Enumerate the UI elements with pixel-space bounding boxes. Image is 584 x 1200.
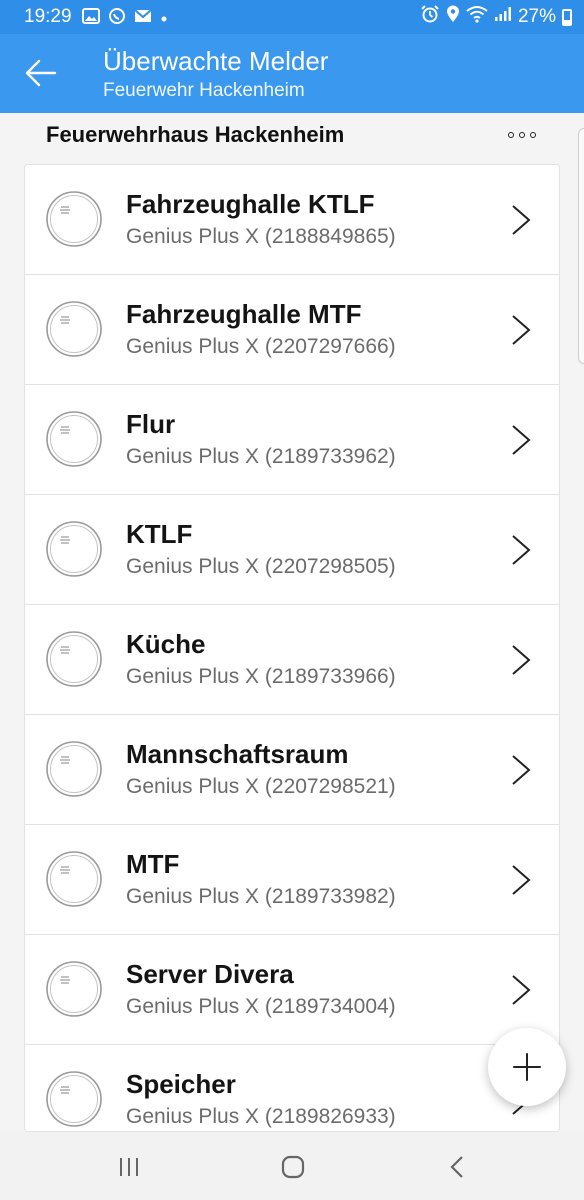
gallery-icon bbox=[81, 7, 100, 27]
device-list-item[interactable]: Küche Genius Plus X (2189733966) bbox=[25, 605, 559, 715]
wifi-icon bbox=[466, 5, 488, 29]
add-device-button[interactable] bbox=[488, 1028, 566, 1106]
recent-apps-button[interactable] bbox=[109, 1150, 149, 1184]
device-model: Genius Plus X (2188849865) bbox=[126, 225, 396, 248]
home-button[interactable] bbox=[273, 1150, 313, 1184]
device-list-item[interactable]: Server Divera Genius Plus X (2189734004) bbox=[25, 935, 559, 1045]
device-name: Flur bbox=[126, 409, 176, 439]
scroll-hint[interactable] bbox=[578, 128, 584, 364]
smoke-detector-icon bbox=[46, 191, 102, 247]
status-bar: 19:29 27% bbox=[0, 0, 584, 34]
device-model: Genius Plus X (2189733962) bbox=[126, 445, 396, 468]
device-list-item[interactable]: Speicher Genius Plus X (2189826933) bbox=[25, 1045, 559, 1131]
device-name: Mannschaftsraum bbox=[126, 739, 349, 769]
device-model: Genius Plus X (2207298505) bbox=[126, 555, 396, 578]
more-dot-icon bbox=[508, 132, 514, 138]
device-model: Genius Plus X (2207297666) bbox=[126, 335, 396, 358]
device-name: Server Divera bbox=[126, 959, 294, 989]
app-bar: Überwachte Melder Feuerwehr Hackenheim bbox=[0, 34, 584, 113]
smoke-detector-icon bbox=[46, 521, 102, 577]
plus-icon bbox=[513, 1053, 541, 1081]
status-time: 19:29 bbox=[24, 6, 72, 27]
mail-icon bbox=[133, 8, 152, 26]
device-list-item[interactable]: KTLF Genius Plus X (2207298505) bbox=[25, 495, 559, 605]
device-list-item[interactable]: Fahrzeughalle MTF Genius Plus X (2207297… bbox=[25, 275, 559, 385]
smoke-detector-icon bbox=[46, 1071, 102, 1127]
dot-icon bbox=[160, 9, 168, 26]
device-model: Genius Plus X (2189733982) bbox=[126, 885, 396, 908]
page-subtitle: Feuerwehr Hackenheim bbox=[103, 80, 305, 101]
signal-icon bbox=[494, 6, 512, 28]
chevron-right-icon bbox=[512, 645, 531, 675]
device-list-item[interactable]: Flur Genius Plus X (2189733962) bbox=[25, 385, 559, 495]
chevron-right-icon bbox=[512, 205, 531, 235]
more-dot-icon bbox=[519, 132, 525, 138]
chevron-right-icon bbox=[512, 535, 531, 565]
smoke-detector-icon bbox=[46, 631, 102, 687]
section-title: Feuerwehrhaus Hackenheim bbox=[46, 122, 345, 147]
chevron-right-icon bbox=[512, 865, 531, 895]
smoke-detector-icon bbox=[46, 301, 102, 357]
recent-apps-icon bbox=[120, 1158, 138, 1176]
chevron-right-icon bbox=[512, 755, 531, 785]
smoke-detector-icon bbox=[46, 411, 102, 467]
device-model: Genius Plus X (2189734004) bbox=[126, 995, 396, 1018]
device-name: Fahrzeughalle KTLF bbox=[126, 189, 375, 219]
system-nav-bar bbox=[0, 1132, 584, 1200]
device-model: Genius Plus X (2207298521) bbox=[126, 775, 396, 798]
status-right: 27% bbox=[420, 5, 572, 29]
system-back-button[interactable] bbox=[437, 1150, 477, 1184]
arrow-left-icon bbox=[25, 59, 57, 87]
chevron-right-icon bbox=[512, 975, 531, 1005]
device-list-item[interactable]: Mannschaftsraum Genius Plus X (220729852… bbox=[25, 715, 559, 825]
chevron-right-icon bbox=[512, 425, 531, 455]
device-name: MTF bbox=[126, 849, 180, 879]
location-icon bbox=[446, 5, 460, 29]
section-header: Feuerwehrhaus Hackenheim bbox=[0, 113, 584, 161]
more-options-button[interactable] bbox=[508, 127, 536, 143]
device-list-item[interactable]: Fahrzeughalle KTLF Genius Plus X (218884… bbox=[25, 165, 559, 275]
device-name: Fahrzeughalle MTF bbox=[126, 299, 362, 329]
device-model: Genius Plus X (2189733966) bbox=[126, 665, 396, 688]
chevron-right-icon bbox=[512, 315, 531, 345]
smoke-detector-icon bbox=[46, 741, 102, 797]
smoke-detector-icon bbox=[46, 851, 102, 907]
back-chevron-icon bbox=[450, 1156, 463, 1178]
home-icon bbox=[281, 1155, 305, 1179]
back-button[interactable] bbox=[16, 48, 66, 98]
device-list: Fahrzeughalle KTLF Genius Plus X (218884… bbox=[24, 164, 560, 1132]
device-model: Genius Plus X (2189826933) bbox=[126, 1105, 396, 1128]
alarm-icon bbox=[420, 5, 440, 29]
device-name: Speicher bbox=[126, 1069, 236, 1099]
whatsapp-icon bbox=[108, 7, 126, 28]
battery-level: 27% bbox=[517, 6, 556, 27]
battery-icon bbox=[562, 8, 572, 26]
device-name: Küche bbox=[126, 629, 206, 659]
page-title: Überwachte Melder bbox=[103, 46, 329, 76]
device-list-item[interactable]: MTF Genius Plus X (2189733982) bbox=[25, 825, 559, 935]
device-name: KTLF bbox=[126, 519, 193, 549]
more-dot-icon bbox=[530, 132, 536, 138]
smoke-detector-icon bbox=[46, 961, 102, 1017]
